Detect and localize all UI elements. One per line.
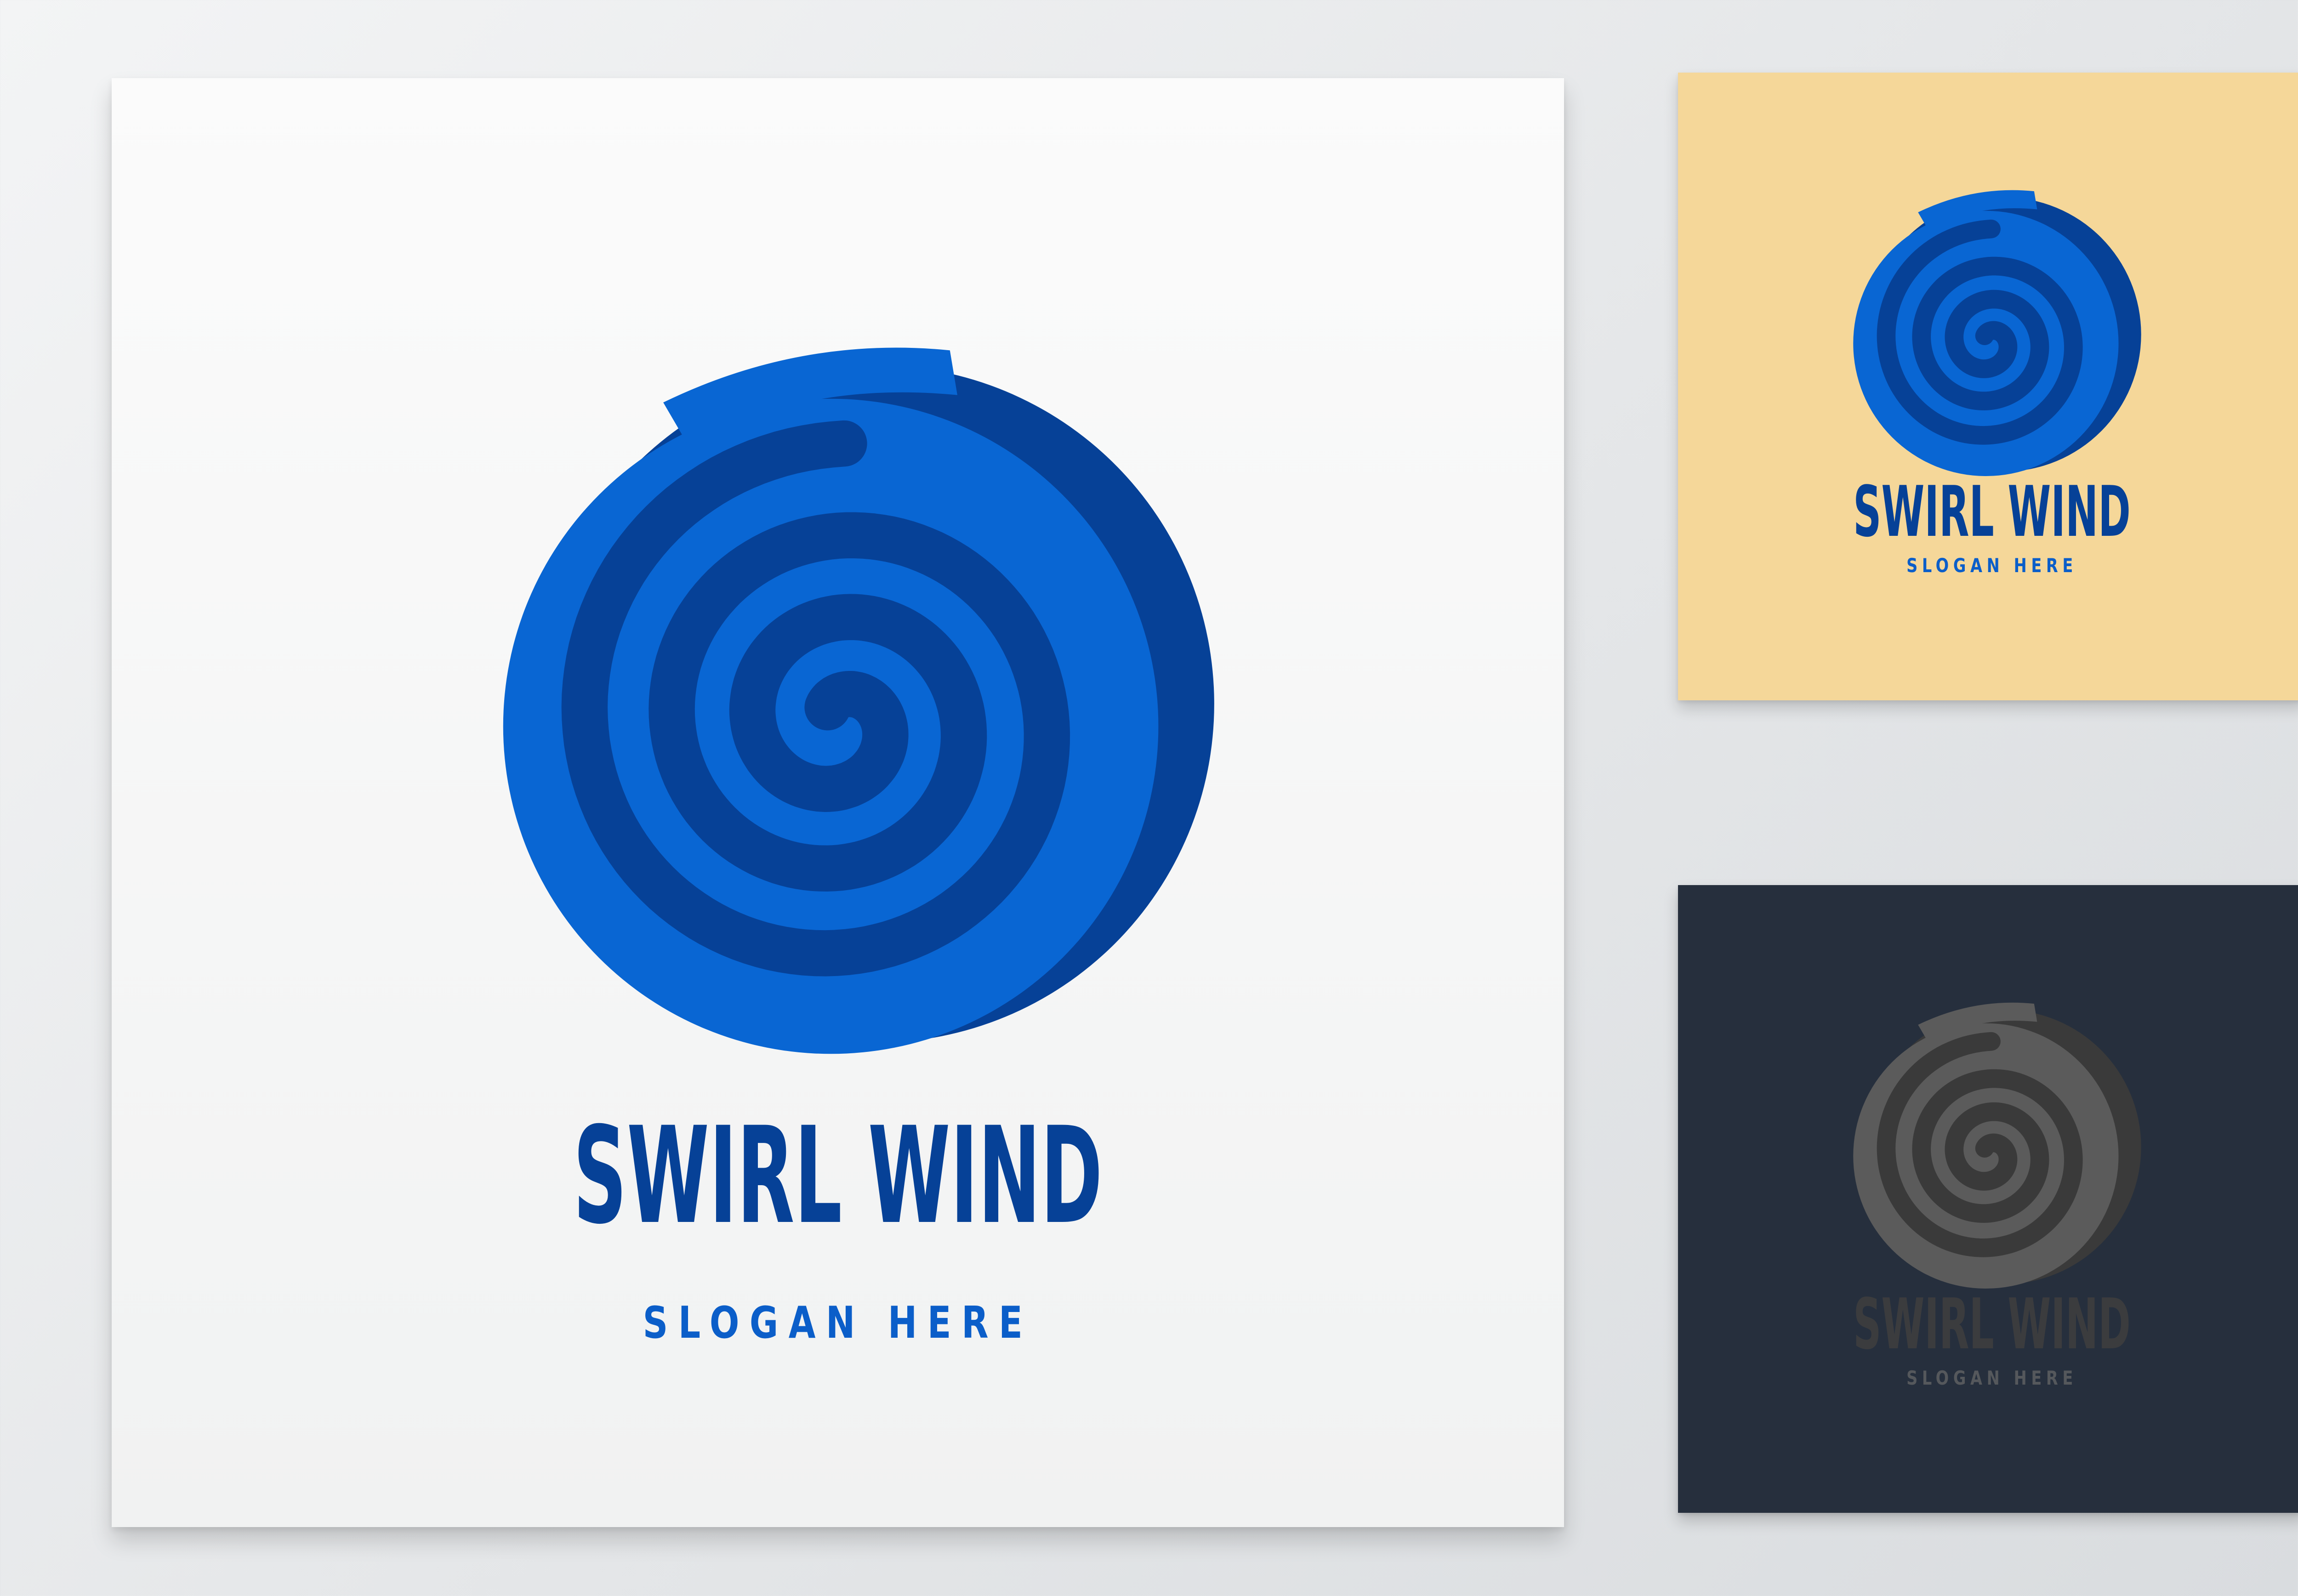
swirl-spiral-icon [1853, 1002, 2141, 1289]
swirl-spiral-icon [503, 347, 1214, 1054]
navy-preview-card: SWIRL WIND SLOGAN HERE [1678, 885, 2298, 1513]
logo-slogan: SLOGAN HERE [643, 1298, 1033, 1348]
cream-preview-card: SWIRL WIND SLOGAN HERE [1678, 73, 2298, 700]
swirl-spiral-icon [1853, 190, 2141, 477]
logo-slogan: SLOGAN HERE [1906, 554, 2077, 577]
logo-wordmark: SWIRL WIND [573, 1099, 1103, 1254]
logo-slogan: SLOGAN HERE [1906, 1367, 2077, 1389]
logo-wordmark: SWIRL WIND [1853, 471, 2131, 552]
logo-wordmark: SWIRL WIND [1853, 1284, 2131, 1365]
main-logo-card: SWIRL WIND SLOGAN HERE [112, 78, 1564, 1527]
